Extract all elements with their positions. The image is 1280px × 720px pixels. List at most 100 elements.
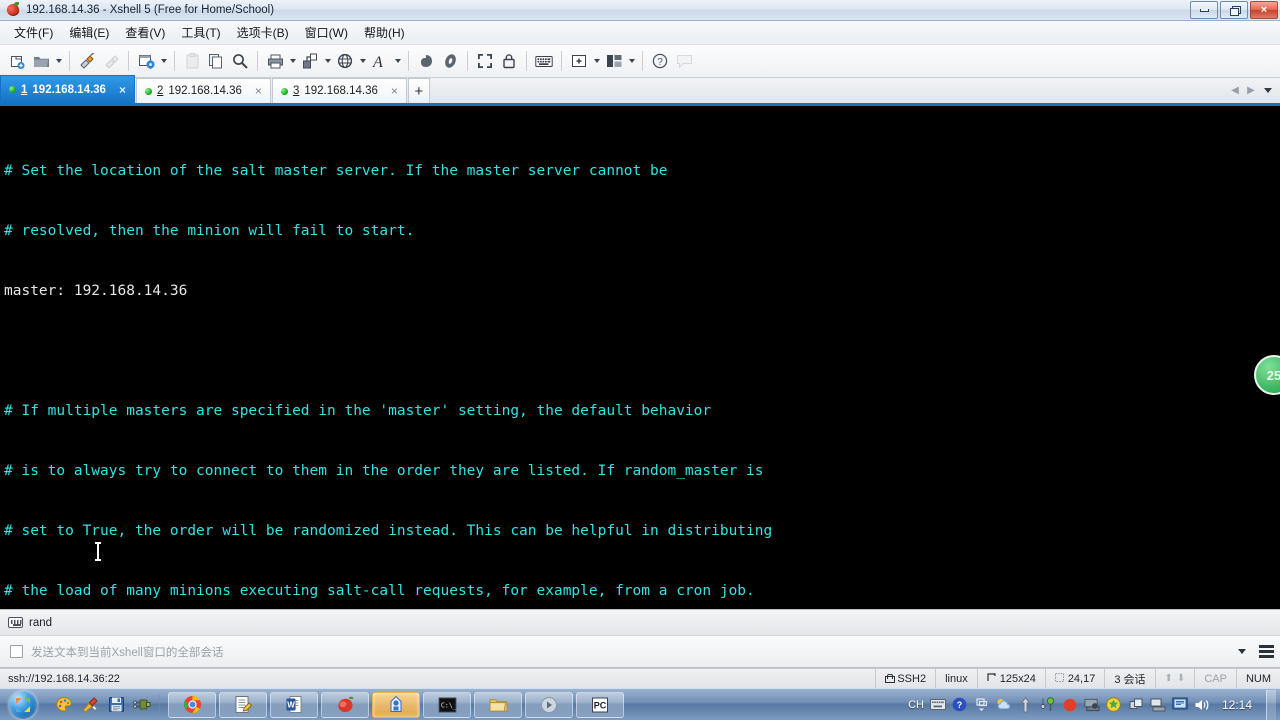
disconnect-icon[interactable] bbox=[99, 49, 123, 73]
tray-keyboard-icon[interactable] bbox=[929, 697, 946, 713]
tab-scroll-left-icon[interactable]: ◀ bbox=[1228, 81, 1242, 101]
volume-icon[interactable] bbox=[1194, 697, 1210, 713]
tab-session-1[interactable]: 1 192.168.14.36 × bbox=[0, 75, 135, 103]
globe-icon[interactable] bbox=[333, 49, 357, 73]
minimize-button[interactable] bbox=[1190, 1, 1218, 19]
windows-start-orb-icon bbox=[9, 690, 37, 719]
menu-edit[interactable]: 编辑(E) bbox=[61, 21, 117, 44]
transfer-icon[interactable] bbox=[298, 49, 322, 73]
taskbar-clock[interactable]: 12:14 bbox=[1216, 698, 1258, 712]
send-command-value[interactable]: rand bbox=[29, 617, 52, 629]
new-session-icon[interactable] bbox=[5, 49, 29, 73]
paint-brush-icon[interactable] bbox=[78, 692, 102, 718]
tab-session-3[interactable]: 3 192.168.14.36 × bbox=[271, 78, 407, 103]
menu-view[interactable]: 查看(V) bbox=[117, 21, 173, 44]
layout-caret-icon[interactable] bbox=[626, 49, 637, 73]
sound-icon[interactable] bbox=[414, 49, 438, 73]
open-folder-icon[interactable] bbox=[29, 49, 53, 73]
font-icon[interactable]: A bbox=[368, 49, 392, 73]
globe-caret-icon[interactable] bbox=[357, 49, 368, 73]
tab-close-icon[interactable]: × bbox=[389, 84, 400, 98]
print-icon[interactable] bbox=[263, 49, 287, 73]
network-icon[interactable] bbox=[1150, 697, 1166, 713]
status-num: NUM bbox=[1235, 668, 1280, 689]
tab-close-icon[interactable]: × bbox=[253, 84, 264, 98]
show-desktop-button[interactable] bbox=[1266, 689, 1276, 720]
fullscreen-icon[interactable] bbox=[473, 49, 497, 73]
status-term-type: linux bbox=[935, 668, 977, 689]
tab-status-dot-icon bbox=[144, 87, 152, 95]
status-right-group: SSH2 linux 125x24 24,17 3 会话 ⬆ ⬇ CAP NUM bbox=[875, 668, 1280, 689]
taskbar-app-explorer[interactable] bbox=[474, 691, 522, 718]
monitor-icon[interactable] bbox=[1172, 697, 1188, 713]
help-blue-icon[interactable]: ? bbox=[952, 697, 968, 713]
xshell-window: 192.168.14.36 - Xshell 5 (Free for Home/… bbox=[0, 0, 1280, 720]
taskbar-app-notepad[interactable] bbox=[219, 691, 267, 718]
layout-icon[interactable] bbox=[602, 49, 626, 73]
help-icon[interactable]: ? bbox=[648, 49, 672, 73]
taskbar-app-xshell[interactable] bbox=[321, 691, 369, 718]
properties-icon[interactable] bbox=[134, 49, 158, 73]
properties-caret-icon[interactable] bbox=[158, 49, 169, 73]
send-text-placeholder: 发送文本到当前Xshell窗口的全部会话 bbox=[31, 646, 224, 659]
plug-icon[interactable] bbox=[130, 692, 154, 718]
record-icon[interactable] bbox=[1062, 697, 1078, 713]
restore-button[interactable] bbox=[1220, 1, 1248, 19]
font-caret-icon[interactable] bbox=[392, 49, 403, 73]
taskbar-app-media[interactable] bbox=[525, 691, 573, 718]
close-icon: × bbox=[1260, 3, 1268, 16]
add-panel-icon[interactable] bbox=[567, 49, 591, 73]
close-button[interactable]: × bbox=[1250, 1, 1278, 19]
copy-icon[interactable] bbox=[204, 49, 228, 73]
comment-icon[interactable] bbox=[672, 49, 696, 73]
menu-help[interactable]: 帮助(H) bbox=[356, 21, 413, 44]
taskbar-app-pc[interactable]: PC bbox=[576, 691, 624, 718]
taskbar-app-xftp[interactable] bbox=[372, 691, 420, 718]
save-disk-icon[interactable] bbox=[104, 692, 128, 718]
lock-icon bbox=[885, 674, 896, 683]
tab-close-icon[interactable]: × bbox=[117, 83, 128, 97]
menu-tools[interactable]: 工具(T) bbox=[173, 21, 228, 44]
tools-icon[interactable] bbox=[1040, 697, 1056, 713]
taskbar-app-cmd[interactable]: C:\_ bbox=[423, 691, 471, 718]
broadcast-checkbox[interactable] bbox=[10, 645, 23, 658]
tab-number: 2 bbox=[156, 85, 164, 97]
paint-palette-icon[interactable] bbox=[52, 692, 76, 718]
new-tab-button[interactable]: + bbox=[407, 78, 430, 103]
status-sessions: 3 会话 bbox=[1104, 668, 1154, 689]
shield-green-icon[interactable] bbox=[1106, 697, 1122, 713]
menu-tabs[interactable]: 选项卡(B) bbox=[229, 21, 297, 44]
find-icon[interactable] bbox=[228, 49, 252, 73]
scanner-icon[interactable] bbox=[1084, 697, 1100, 713]
terminal-output[interactable]: # Set the location of the salt master se… bbox=[0, 109, 1280, 609]
transfer-caret-icon[interactable] bbox=[322, 49, 333, 73]
status-protocol: SSH2 bbox=[897, 672, 927, 685]
taskbar-app-chrome[interactable] bbox=[168, 691, 216, 718]
tab-scroll-right-icon[interactable]: ▶ bbox=[1244, 81, 1258, 101]
windows-copy-icon[interactable] bbox=[1128, 697, 1144, 713]
add-panel-caret-icon[interactable] bbox=[591, 49, 602, 73]
shape-icon[interactable] bbox=[438, 49, 462, 73]
weather-icon[interactable] bbox=[996, 697, 1012, 713]
print-caret-icon[interactable] bbox=[287, 49, 298, 73]
status-protocol-cell: SSH2 bbox=[875, 668, 935, 689]
send-history-dropdown-icon[interactable] bbox=[1235, 644, 1249, 660]
send-options-list-icon[interactable] bbox=[1259, 645, 1274, 658]
taskbar-app-word[interactable]: W bbox=[270, 691, 318, 718]
paste-icon[interactable] bbox=[180, 49, 204, 73]
lock-icon[interactable] bbox=[497, 49, 521, 73]
connect-icon[interactable] bbox=[75, 49, 99, 73]
menu-bar: 文件(F) 编辑(E) 查看(V) 工具(T) 选项卡(B) 窗口(W) 帮助(… bbox=[0, 21, 1280, 45]
menu-file[interactable]: 文件(F) bbox=[6, 21, 61, 44]
quick-launch-group bbox=[52, 692, 154, 718]
keyboard-icon[interactable] bbox=[532, 49, 556, 73]
start-button[interactable] bbox=[0, 690, 46, 720]
open-folder-caret-icon[interactable] bbox=[53, 49, 64, 73]
menu-window[interactable]: 窗口(W) bbox=[297, 21, 356, 44]
status-connection: ssh://192.168.14.36:22 bbox=[8, 672, 120, 685]
tab-list-dropdown-icon[interactable] bbox=[1260, 81, 1276, 101]
tab-session-2[interactable]: 2 192.168.14.36 × bbox=[135, 78, 271, 103]
ime-indicator[interactable]: CH bbox=[908, 699, 924, 711]
update-arrow-icon[interactable] bbox=[1018, 696, 1034, 713]
tray-overflow-icon[interactable] bbox=[974, 697, 990, 713]
